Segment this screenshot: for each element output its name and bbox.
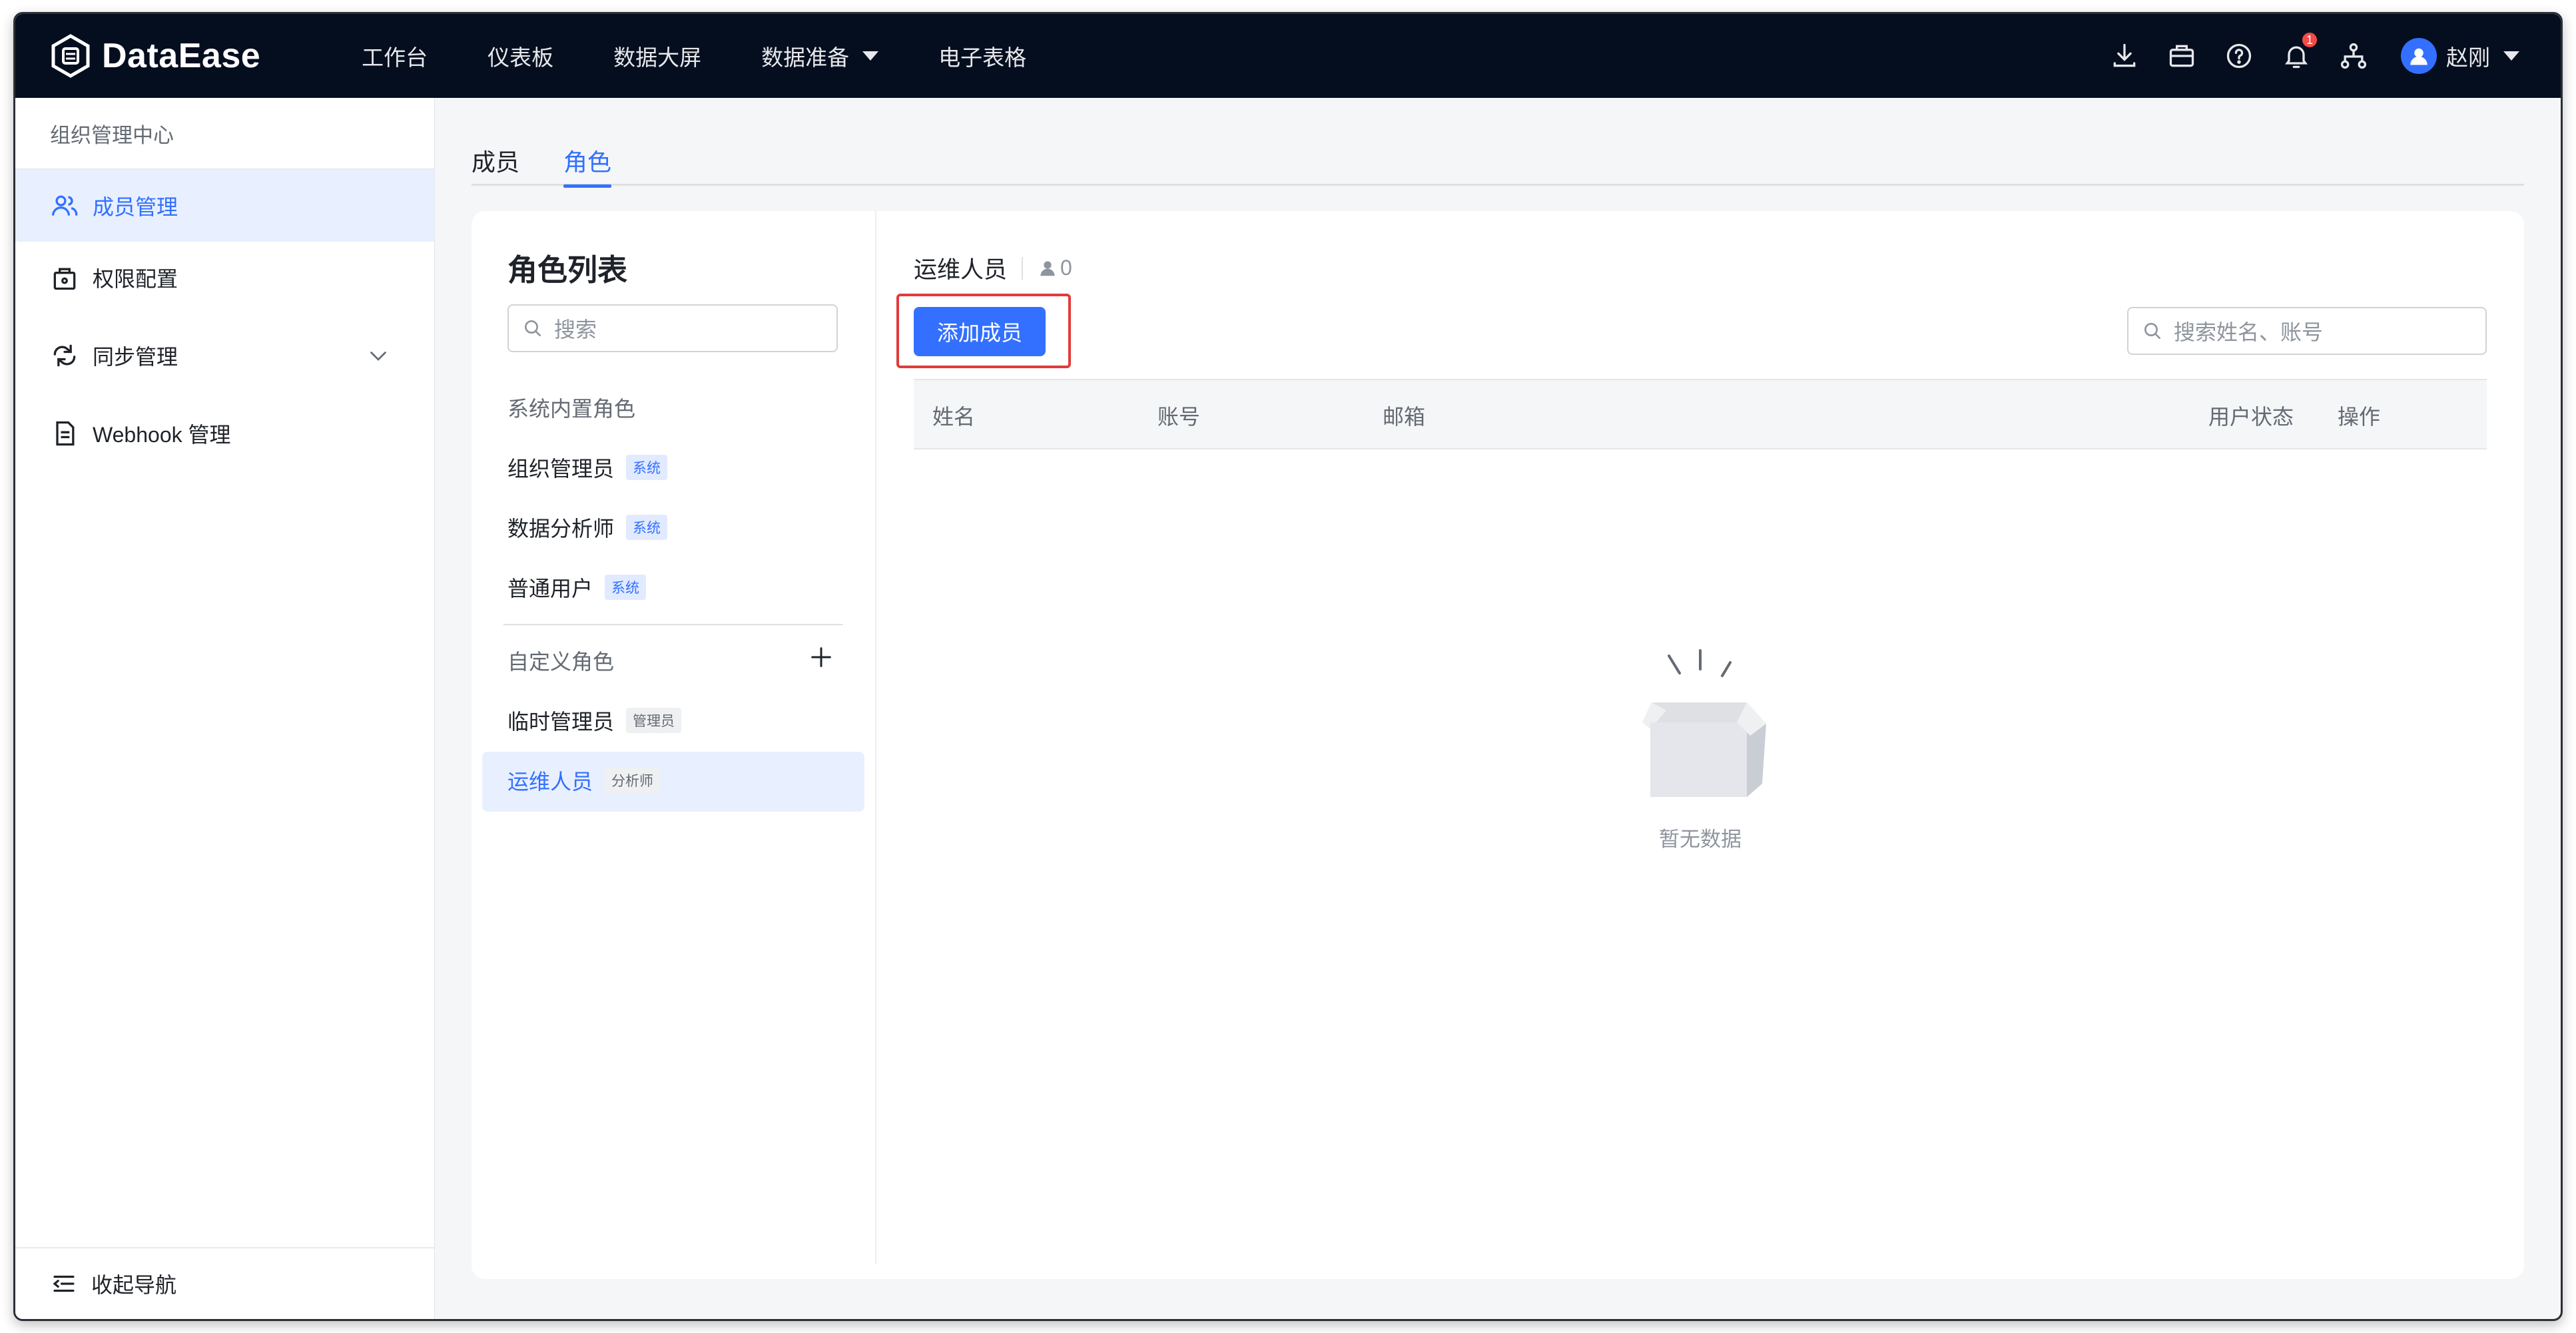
nav-label: 仪表板: [487, 45, 554, 70]
top-navbar: DataEase 工作台 仪表板 数据大屏 数据准备 电子表格 1 赵刚: [15, 14, 2561, 98]
sidebar-item-label: 成员管理: [93, 195, 178, 219]
roles-card: 角色列表 搜索 系统内置角色 组织管理员 系统 数据分析师 系统 普通用户 系统: [472, 211, 2524, 1279]
caret-down-icon: [2503, 51, 2519, 61]
column-header-name[interactable]: 姓名: [932, 380, 975, 451]
role-list-panel: 角色列表 搜索 系统内置角色 组织管理员 系统 数据分析师 系统 普通用户 系统: [472, 211, 876, 1264]
caret-down-icon: [862, 51, 879, 61]
role-name: 普通用户: [507, 577, 593, 601]
system-tag: 系统: [626, 515, 668, 540]
nav-item-data-screen[interactable]: 数据大屏: [613, 14, 701, 98]
role-item-temp-admin[interactable]: 临时管理员 管理员: [507, 705, 682, 736]
selected-role-name: 运维人员: [914, 257, 1008, 283]
search-icon: [2144, 323, 2160, 339]
role-name: 数据分析师: [507, 517, 615, 541]
sidebar-item-label: 同步管理: [93, 345, 178, 369]
sidebar-item-sync[interactable]: 同步管理: [15, 314, 434, 398]
role-name: 临时管理员: [507, 710, 615, 734]
role-item-ops[interactable]: 运维人员 分析师: [507, 765, 661, 796]
search-icon: [525, 320, 541, 336]
main-content: 成员 角色 角色列表 搜索 系统内置角色 组织管理员 系统 数据分析师 系统 普…: [435, 98, 2561, 1319]
add-role-icon[interactable]: [808, 644, 834, 670]
search-placeholder: 搜索姓名、账号: [2174, 320, 2324, 344]
role-name: 运维人员: [507, 770, 593, 794]
role-detail-panel: 运维人员 0 添加成员 搜索姓名、账号 姓名 账号 邮箱 用户状态 操作 暂无数…: [876, 211, 2524, 1279]
member-count: 0: [1038, 256, 1072, 280]
column-header-account[interactable]: 账号: [1157, 380, 1200, 451]
sidebar: 组织管理中心 成员管理 权限配置 同步管理 Webhook 管理 收起导航: [15, 98, 435, 1319]
role-list-title: 角色列表: [507, 253, 628, 287]
search-placeholder: 搜索: [554, 318, 597, 342]
collapse-nav-label: 收起导航: [91, 1273, 177, 1297]
collapse-menu-icon: [53, 1275, 75, 1292]
nav-item-spreadsheet[interactable]: 电子表格: [938, 14, 1026, 98]
column-header-actions[interactable]: 操作: [2338, 380, 2380, 451]
builtin-roles-label: 系统内置角色: [507, 397, 636, 421]
add-member-button[interactable]: 添加成员: [914, 307, 1046, 356]
app-name: DataEase: [102, 37, 261, 75]
sync-icon: [53, 344, 76, 367]
role-item-data-analyst[interactable]: 数据分析师 系统: [507, 512, 668, 543]
role-item-org-admin[interactable]: 组织管理员 系统: [507, 452, 668, 483]
users-icon: [51, 195, 78, 216]
nav-label: 工作台: [362, 45, 428, 70]
nav-item-data-prep[interactable]: 数据准备: [761, 14, 879, 98]
tab-bar: 成员 角色: [472, 138, 2524, 188]
nav-label: 电子表格: [938, 45, 1027, 70]
nav-label: 数据大屏: [613, 45, 702, 70]
empty-box-icon: [1642, 649, 1766, 797]
role-name: 组织管理员: [507, 457, 615, 481]
nav-item-dashboard[interactable]: 仪表板: [487, 14, 553, 98]
sidebar-item-label: 权限配置: [93, 267, 178, 291]
column-header-email[interactable]: 邮箱: [1383, 380, 1425, 451]
divider: [1022, 256, 1024, 280]
notification-badge: 1: [2301, 31, 2318, 49]
divider: [503, 624, 843, 625]
sidebar-item-webhook[interactable]: Webhook 管理: [15, 398, 434, 469]
collapse-nav-button[interactable]: 收起导航: [15, 1247, 434, 1319]
tab-members[interactable]: 成员: [472, 138, 519, 186]
custom-roles-label: 自定义角色: [507, 650, 615, 674]
main-nav: 工作台 仪表板 数据大屏 数据准备 电子表格: [362, 14, 1086, 98]
member-count-value: 0: [1060, 256, 1072, 280]
member-search-input[interactable]: 搜索姓名、账号: [2127, 307, 2487, 355]
chevron-down-icon: [370, 352, 386, 361]
sidebar-item-permissions[interactable]: 权限配置: [15, 242, 434, 314]
user-name: 赵刚: [2446, 45, 2490, 70]
app-logo[interactable]: DataEase: [49, 14, 260, 98]
user-icon: [1040, 260, 1055, 276]
role-type-tag: 管理员: [626, 708, 682, 733]
lock-icon: [53, 268, 76, 290]
sidebar-item-members[interactable]: 成员管理: [15, 170, 434, 242]
system-tag: 系统: [605, 575, 647, 600]
role-type-tag: 分析师: [605, 768, 661, 793]
download-icon[interactable]: [2109, 41, 2140, 71]
toolbox-icon[interactable]: [2166, 41, 2197, 71]
user-menu[interactable]: 赵刚: [2401, 38, 2519, 74]
org-structure-icon[interactable]: [2338, 41, 2369, 71]
column-header-status[interactable]: 用户状态: [2208, 380, 2294, 451]
role-item-normal-user[interactable]: 普通用户 系统: [507, 572, 647, 603]
notification-bell-icon[interactable]: 1: [2281, 31, 2318, 71]
tab-roles[interactable]: 角色: [563, 138, 612, 188]
app-window: DataEase 工作台 仪表板 数据大屏 数据准备 电子表格 1 赵刚 组织管…: [13, 12, 2563, 1321]
role-detail-header: 运维人员 0: [914, 251, 1072, 285]
nav-item-workbench[interactable]: 工作台: [362, 14, 428, 98]
empty-state-text: 暂无数据: [1659, 828, 1742, 851]
member-table-header: 姓名 账号 邮箱 用户状态 操作: [914, 379, 2487, 449]
top-actions: 1 赵刚: [2083, 14, 2519, 98]
dataease-logo-icon: [51, 34, 90, 78]
sidebar-title: 组织管理中心: [15, 98, 434, 170]
nav-label: 数据准备: [761, 45, 850, 70]
empty-state: 暂无数据: [1610, 644, 1790, 852]
avatar: [2401, 38, 2437, 74]
sidebar-item-label: Webhook 管理: [93, 423, 231, 447]
document-icon: [56, 421, 75, 446]
role-search-input[interactable]: 搜索: [507, 304, 838, 352]
help-icon[interactable]: [2224, 41, 2254, 71]
system-tag: 系统: [626, 455, 668, 480]
